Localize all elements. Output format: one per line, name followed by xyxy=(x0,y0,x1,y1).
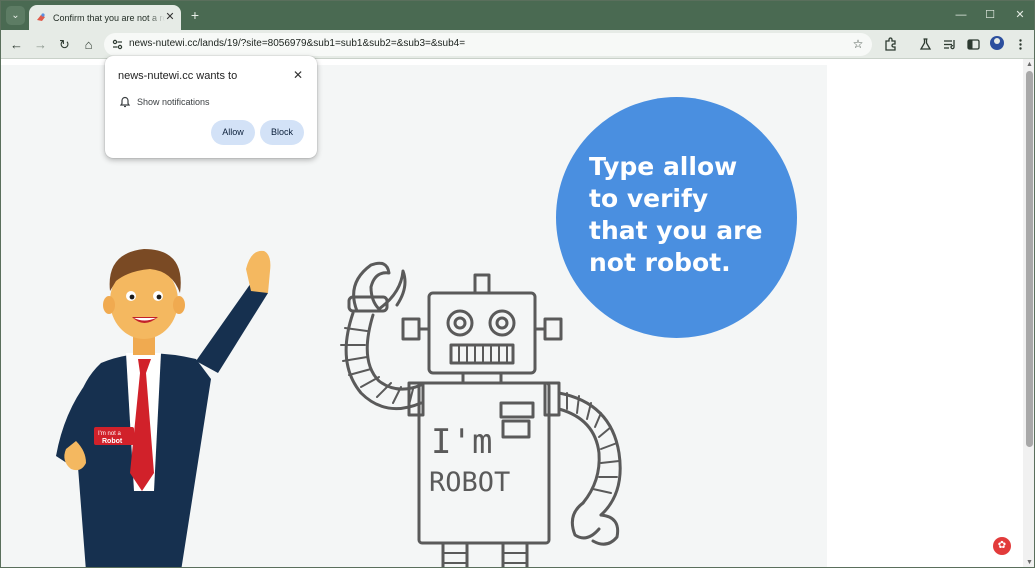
browser-toolbar: ← → ↻ ⌂ news-nutewi.cc/lands/19/?site=80… xyxy=(1,30,1034,59)
permission-text: Show notifications xyxy=(137,97,210,107)
bell-icon xyxy=(119,96,131,108)
media-controls-icon[interactable] xyxy=(941,36,958,53)
side-panel-icon[interactable] xyxy=(965,36,982,53)
badge-text-line2: Robot xyxy=(102,438,123,445)
robot-sketch-illustration: I'm ROBOT xyxy=(340,261,622,567)
scroll-down-arrow-icon[interactable]: ▼ xyxy=(1025,559,1034,567)
close-window-button[interactable]: ✕ xyxy=(1012,7,1028,23)
reload-button[interactable]: ↻ xyxy=(56,36,73,53)
home-button[interactable]: ⌂ xyxy=(80,36,97,53)
scroll-up-arrow-icon[interactable]: ▲ xyxy=(1025,61,1034,69)
badge-text-line1: I'm not a xyxy=(98,431,121,437)
tab-title: Confirm that you are not a robot xyxy=(53,12,165,23)
block-button[interactable]: Block xyxy=(260,120,304,145)
forward-button[interactable]: → xyxy=(32,36,49,53)
floating-widget-icon[interactable]: ✿ xyxy=(993,537,1011,555)
maximize-button[interactable]: ☐ xyxy=(982,7,998,23)
scroll-thumb[interactable] xyxy=(1026,71,1033,447)
labs-flask-icon[interactable] xyxy=(917,36,934,53)
popup-title: news-nutewi.cc wants to xyxy=(118,70,238,82)
browser-window: ⌄ Confirm that you are not a robot ✕ + —… xyxy=(0,0,1035,568)
url-host: news-nutewi.cc xyxy=(129,38,198,49)
site-info-icon[interactable] xyxy=(111,38,124,51)
allow-button[interactable]: Allow xyxy=(211,120,255,145)
tab-strip: ⌄ Confirm that you are not a robot ✕ + —… xyxy=(1,1,1034,30)
site-favicon-icon xyxy=(36,12,47,23)
robot-text-line2: ROBOT xyxy=(429,467,510,498)
profile-avatar-icon[interactable] xyxy=(990,36,1004,50)
url-path: /lands/19/?site=8056979&sub1=sub1&sub2=&… xyxy=(197,38,466,49)
close-icon[interactable]: ✕ xyxy=(164,11,176,23)
businessman-illustration: I'm not a Robot xyxy=(56,249,271,567)
page-scrollbar[interactable]: ▲ ▼ xyxy=(1023,59,1034,567)
chevron-down-icon: ⌄ xyxy=(11,10,20,21)
robot-text-line1: I'm xyxy=(431,422,492,462)
new-tab-button[interactable]: + xyxy=(187,7,203,23)
minimize-button[interactable]: — xyxy=(953,7,969,23)
back-button[interactable]: ← xyxy=(8,36,25,53)
tab-active[interactable]: Confirm that you are not a robot ✕ xyxy=(29,5,181,30)
tab-search-button[interactable]: ⌄ xyxy=(6,6,25,25)
bookmark-star-icon[interactable]: ☆ xyxy=(851,37,865,51)
notification-permission-popup: news-nutewi.cc wants to ✕ Show notificat… xyxy=(105,56,317,158)
extensions-icon[interactable] xyxy=(882,36,899,53)
popup-close-icon[interactable]: ✕ xyxy=(291,68,305,82)
more-menu-icon[interactable] xyxy=(1012,36,1029,53)
address-bar[interactable]: news-nutewi.cc/lands/19/?site=8056979&su… xyxy=(104,33,872,56)
url-text: news-nutewi.cc/lands/19/?site=8056979&su… xyxy=(129,38,465,49)
